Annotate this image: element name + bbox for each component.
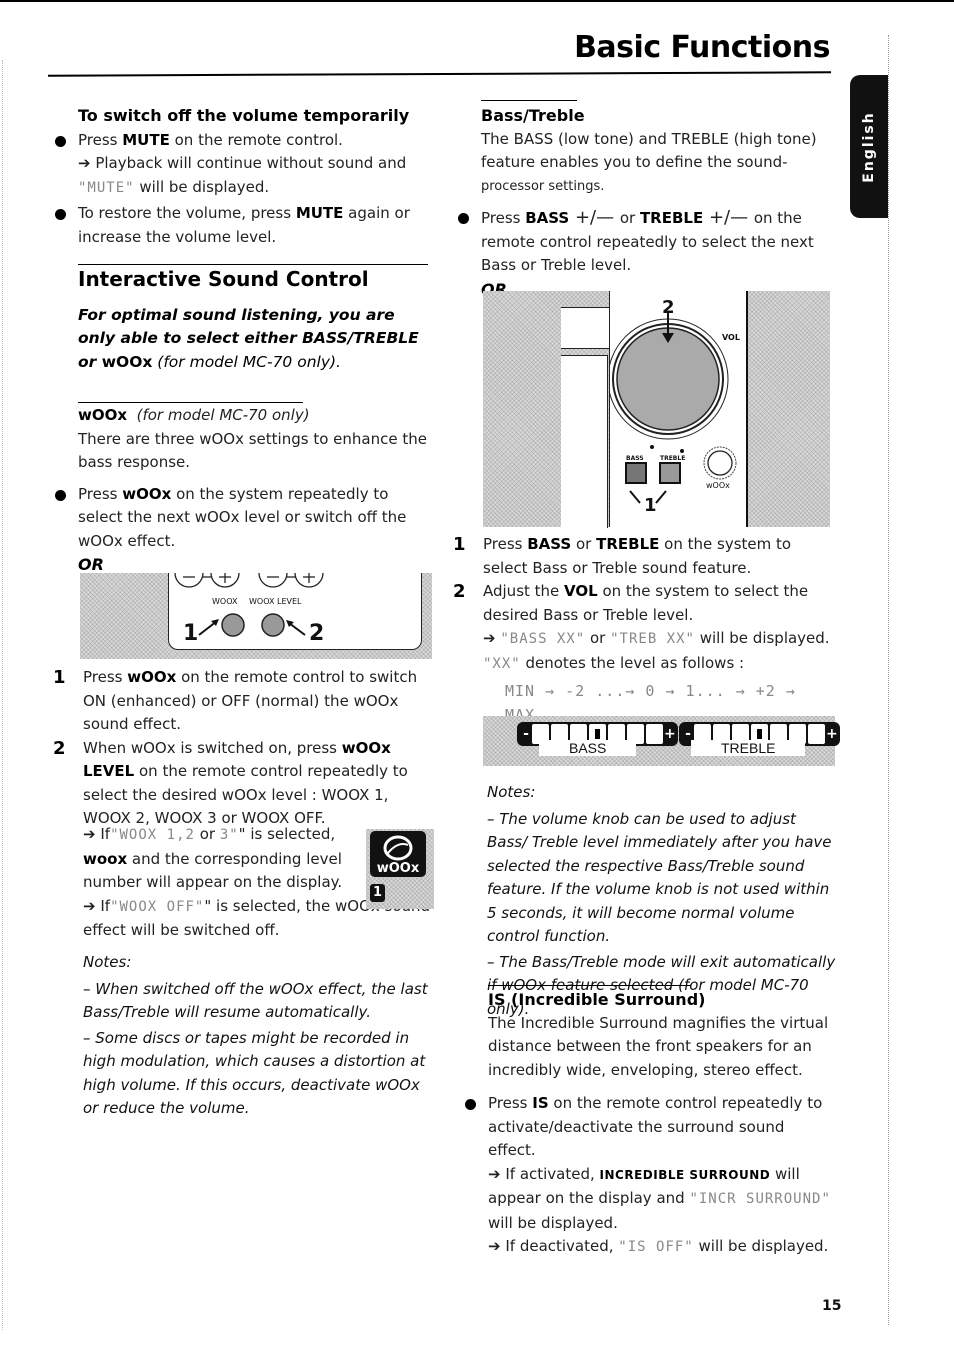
right-margin-dots	[888, 35, 890, 1325]
plus-sign: +	[664, 726, 676, 742]
isc-section: Interactive Sound Control For optimal so…	[78, 267, 428, 374]
is-result-1: ➔ If activated, INCREDIBLE SURROUND will…	[488, 1164, 831, 1232]
isc-heading: Interactive Sound Control	[78, 267, 369, 291]
minus-button-outline	[174, 573, 204, 588]
mute-result: ➔ Playback will continue without sound a…	[78, 154, 407, 196]
is-bullet: Press IS on the remote control repeatedl…	[465, 1092, 833, 1163]
treble-button	[659, 462, 681, 484]
isc-intro: For optimal sound listening, you are onl…	[78, 305, 419, 371]
bass-display-label: BASS	[539, 740, 637, 756]
arrow-icon: ➔	[83, 896, 96, 915]
top-border	[0, 0, 954, 2]
level-segment	[646, 724, 663, 744]
arrow-icon: ➔	[483, 629, 496, 647]
woox-step-2: 2 When wOOx is switched on, press wOOx LE…	[53, 737, 408, 828]
woox-results: ➔ If"WOOX 1,2 or 3"" is selected, woox an…	[83, 823, 430, 943]
woox-swirl-icon	[383, 835, 413, 861]
woox-level-badge: 1	[370, 884, 385, 902]
woox-button	[221, 613, 245, 637]
vol-knob	[616, 327, 720, 431]
woox-steps: 1 Press wOOx on the remote control to swi…	[53, 666, 430, 831]
woox-result-1: ➔ If"WOOX 1,2 or 3"" is selected, woox an…	[83, 825, 343, 891]
woox-desc: There are three wOOx settings to enhance…	[78, 429, 427, 472]
bass-treble-bullet: Press BASS +/— or TREBLE +/— on the remo…	[458, 206, 831, 278]
woox-level-button-label: WOOX LEVEL	[249, 597, 302, 606]
bass-treble-desc-2: processor settings.	[481, 178, 605, 194]
bass-label: BASS	[626, 455, 644, 462]
language-tab: English	[850, 75, 888, 218]
arrow-icon: ➔	[78, 154, 91, 172]
is-heading: IS (Incredible Surround)	[488, 990, 706, 1009]
is-result-2: ➔ If deactivated, "IS OFF" will be displ…	[488, 1237, 829, 1255]
arrow-2	[288, 622, 306, 636]
remote-panel: WOOX WOOX LEVEL 1 2	[168, 573, 422, 650]
note-item: – The volume knob can be used to adjust …	[487, 809, 832, 946]
section-rule	[78, 264, 428, 265]
notes-title: Notes:	[83, 953, 132, 971]
woox-level-button	[261, 613, 285, 637]
is-rule	[488, 985, 691, 986]
bass-treble-display-figure: - + BASS - + TREBLE	[483, 716, 840, 766]
bass-treble-result: ➔ "BASS XX" or "TREB XX" will be display…	[483, 629, 830, 672]
mute-bullet-1: Press MUTE on the remote control.	[55, 129, 428, 153]
arrow-icon: ➔	[488, 1237, 501, 1255]
left-margin-dots	[2, 60, 4, 1330]
bass-treble-desc: The BASS (low tone) and TREBLE (high ton…	[481, 129, 817, 172]
control-panel-drawing	[607, 311, 737, 504]
arrow-icon: ➔	[83, 825, 96, 843]
notes-title: Notes:	[487, 783, 536, 801]
bass-treble-heading: Bass/Treble	[481, 106, 585, 125]
bass-treble-rule	[481, 100, 577, 101]
note-item: – Some discs or tapes might be recorded …	[83, 1028, 426, 1118]
bass-treble-steps: 1 Press BASS or TREBLE on the system to s…	[453, 533, 835, 727]
remote-buttons-drawing	[174, 573, 324, 637]
woox-notes: Notes: – When switched off the wOOx effe…	[83, 951, 433, 1121]
woox-section: wOOx (for model MC-70 only) There are th…	[55, 404, 428, 577]
woox-step-1: 1 Press wOOx on the remote control to swi…	[53, 667, 418, 733]
treble-display-label: TREBLE	[691, 740, 806, 756]
page-number: 15	[822, 1298, 842, 1314]
plus-sign: +	[826, 726, 838, 742]
woox-heading: wOOx (for model MC-70 only)	[78, 406, 310, 424]
mute-heading: To switch off the volume temporarily	[78, 106, 410, 125]
minus-button-outline	[258, 573, 288, 588]
note-item: – When switched off the wOOx effect, the…	[83, 979, 428, 1022]
bass-treble-step-2: 2 Adjust the VOL on the system to select …	[453, 581, 809, 624]
control-panel: 2 VOL BASS TREBLE wOOx 1	[607, 291, 748, 527]
treble-label: TREBLE	[660, 455, 686, 462]
bass-treble-section: Bass/Treble The BASS (low tone) and TREB…	[458, 104, 831, 301]
callout-2: 2	[309, 621, 325, 646]
title-rule	[47, 71, 832, 77]
woox-bullet: Press wOOx on the system repeatedly to s…	[55, 483, 428, 554]
woox-icon-badge: wOOx	[370, 831, 426, 877]
page-title: Basic Functions	[574, 30, 830, 65]
bass-button	[625, 462, 647, 484]
woox-rule	[78, 402, 303, 403]
woox-button-label: WOOX	[212, 597, 238, 606]
callout-1: 1	[183, 621, 199, 646]
system-controls-figure: 2 VOL BASS TREBLE wOOx 1	[483, 291, 830, 528]
callout-2: 2	[662, 297, 675, 318]
woox-label: wOOx	[706, 481, 730, 490]
level-segment	[808, 724, 825, 744]
vol-label: VOL	[722, 333, 740, 342]
remote-woox-figure: WOOX WOOX LEVEL 1 2	[80, 573, 432, 659]
is-desc: The Incredible Surround magnifies the vi…	[488, 1013, 829, 1079]
is-section: IS (Incredible Surround) The Incredible …	[465, 988, 833, 1260]
arrow-icon: ➔	[488, 1164, 501, 1183]
language-tab-label: English	[861, 110, 877, 183]
callout-1: 1	[644, 495, 657, 516]
bass-treble-step-1: 1 Press BASS or TREBLE on the system to s…	[453, 534, 792, 577]
minus-sign: -	[523, 726, 529, 742]
woox-display-icon: wOOx 1	[366, 829, 434, 909]
mute-bullet-2: To restore the volume, press MUTE again …	[55, 202, 428, 249]
mute-section: To switch off the volume temporarily Pre…	[55, 104, 428, 249]
